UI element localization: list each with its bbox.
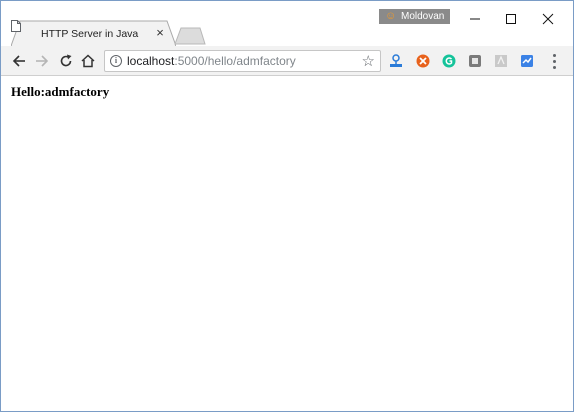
profile-button[interactable]: ☺ Moldovan	[379, 9, 450, 24]
minimize-button[interactable]	[457, 5, 493, 33]
tab-http-server[interactable]: HTTP Server in Java ×	[11, 20, 176, 47]
url-text[interactable]: localhost:5000/hello/admfactory	[127, 54, 296, 68]
browser-window: ☺ Moldovan HTTP Server in Java × i local…	[0, 0, 574, 412]
new-tab-button[interactable]	[174, 27, 206, 45]
forward-arrow-icon	[36, 55, 49, 67]
home-icon	[81, 54, 95, 68]
tab-close-icon[interactable]: ×	[154, 26, 166, 39]
close-window-button[interactable]	[530, 5, 566, 33]
reload-button[interactable]	[56, 51, 76, 71]
gray-ext-icon[interactable]	[467, 53, 483, 69]
url-path: :5000/hello/admfactory	[174, 54, 296, 68]
document-icon	[11, 20, 21, 32]
minimize-icon	[470, 18, 480, 20]
browser-menu-button[interactable]	[549, 52, 559, 70]
page-heading: Hello:admfactory	[11, 84, 110, 99]
home-button[interactable]	[78, 51, 98, 71]
analytics-ext-icon[interactable]	[519, 53, 535, 69]
maximize-icon	[506, 14, 516, 24]
grammarly-ext-icon[interactable]	[441, 53, 457, 69]
menu-dot	[552, 65, 556, 69]
orange-ext-icon[interactable]	[415, 53, 431, 69]
profile-avatar-icon: ☺	[385, 10, 397, 22]
bookmark-star-icon[interactable]: ☆	[362, 52, 375, 70]
close-icon	[542, 13, 554, 25]
forward-button[interactable]	[32, 51, 52, 71]
menu-dot	[552, 53, 556, 57]
page-content: Hello:admfactory	[1, 77, 573, 411]
reload-icon	[60, 54, 72, 67]
tab-title: HTTP Server in Java	[41, 28, 139, 40]
profile-name: Moldovan	[401, 11, 445, 22]
title-bar: ☺ Moldovan HTTP Server in Java ×	[1, 1, 573, 47]
download-ext-icon[interactable]	[388, 53, 404, 69]
pdf-ext-icon[interactable]	[493, 53, 509, 69]
maximize-button[interactable]	[493, 5, 529, 33]
toolbar: i localhost:5000/hello/admfactory ☆	[1, 46, 573, 76]
url-host: localhost	[127, 54, 175, 68]
info-icon[interactable]: i	[110, 55, 122, 67]
back-arrow-icon	[12, 55, 25, 67]
back-button[interactable]	[9, 51, 29, 71]
menu-dot	[552, 59, 556, 63]
address-bar[interactable]: i localhost:5000/hello/admfactory ☆	[104, 50, 381, 72]
